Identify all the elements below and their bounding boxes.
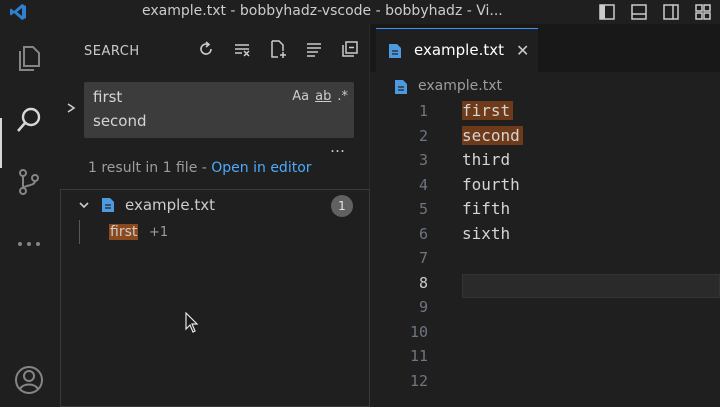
- active-indicator: [0, 118, 2, 168]
- chevron-down-icon[interactable]: [77, 198, 91, 212]
- toggle-secondary-sidebar-icon[interactable]: [662, 3, 680, 21]
- breadcrumb-file[interactable]: example.txt: [418, 78, 502, 94]
- match-count-badge: 1: [331, 195, 353, 217]
- code-line[interactable]: fourth: [462, 175, 520, 194]
- search-options: Aa ab .*: [292, 89, 348, 104]
- ellipsis-icon[interactable]: [13, 228, 45, 260]
- tab-label: example.txt: [414, 41, 504, 59]
- tab-example-txt[interactable]: example.txt ✕: [376, 28, 538, 72]
- match-whole-word-toggle[interactable]: ab: [315, 89, 331, 104]
- code-line[interactable]: fifth: [462, 199, 510, 218]
- result-file-row[interactable]: example.txt 1: [61, 192, 369, 218]
- match-preview: first: [109, 224, 139, 240]
- collapse-all-icon[interactable]: [340, 39, 360, 59]
- current-line-highlight: [462, 274, 720, 298]
- line-number: 7: [418, 249, 428, 267]
- code-line[interactable]: second: [462, 125, 523, 145]
- source-control-icon[interactable]: [13, 166, 45, 198]
- indent-guide: [79, 220, 80, 244]
- line-number: 6: [418, 224, 428, 243]
- line-number: 4: [418, 175, 428, 194]
- code-line[interactable]: third: [462, 150, 510, 169]
- result-summary: 1 result in 1 file - Open in editor: [88, 160, 312, 176]
- code-line[interactable]: sixth: [462, 224, 510, 243]
- title-bar: example.txt - bobbyhadz-vscode - bobbyha…: [0, 0, 720, 24]
- line-number: 3: [418, 151, 428, 169]
- search-query-line-2[interactable]: second: [93, 112, 147, 130]
- line-number: 12: [409, 371, 428, 390]
- search-sidebar: SEARCH first second Aa ab .* … 1 result …: [58, 24, 370, 407]
- close-icon[interactable]: ✕: [516, 41, 529, 60]
- mouse-cursor-icon: [185, 312, 199, 333]
- code-line[interactable]: first: [462, 101, 514, 120]
- line-number: 8: [418, 273, 428, 292]
- activity-bar: [0, 24, 58, 407]
- sidebar-title: SEARCH: [84, 44, 140, 59]
- result-file-name: example.txt: [125, 196, 215, 214]
- account-icon[interactable]: [13, 364, 45, 396]
- view-as-tree-icon[interactable]: [304, 39, 324, 59]
- window-title: example.txt - bobbyhadz-vscode - bobbyha…: [142, 3, 503, 19]
- toggle-replace-chevron-icon[interactable]: [64, 98, 78, 118]
- customize-layout-icon[interactable]: [694, 3, 712, 21]
- breadcrumb[interactable]: example.txt: [370, 76, 720, 98]
- editor-group: example.txt ✕ example.txt 1 first 2 second 3…: [370, 24, 720, 407]
- clear-results-icon[interactable]: [232, 39, 252, 59]
- file-icon: [395, 80, 407, 94]
- match-case-toggle[interactable]: Aa: [292, 89, 309, 104]
- files-icon[interactable]: [13, 42, 45, 74]
- refresh-icon[interactable]: [196, 39, 216, 59]
- line-number: 2: [418, 126, 428, 145]
- result-count-text: 1 result in 1 file -: [88, 160, 212, 176]
- new-search-editor-icon[interactable]: [268, 39, 288, 59]
- search-results-tree: example.txt 1 first +1: [60, 189, 370, 407]
- open-in-editor-link[interactable]: Open in editor: [211, 160, 311, 176]
- search-input[interactable]: first second Aa ab .*: [84, 82, 354, 138]
- result-match-row[interactable]: first +1: [61, 220, 369, 246]
- tab-bar: example.txt ✕: [370, 24, 720, 72]
- layout-controls: [598, 3, 712, 21]
- line-number: 1: [418, 102, 428, 120]
- match-extra-count: +1: [149, 225, 169, 240]
- file-icon: [389, 44, 401, 58]
- line-number: 9: [418, 298, 428, 316]
- file-icon: [102, 198, 114, 212]
- toggle-primary-sidebar-icon[interactable]: [598, 3, 616, 21]
- line-number: 11: [409, 347, 428, 365]
- line-number: 5: [418, 200, 428, 218]
- toggle-panel-icon[interactable]: [630, 3, 648, 21]
- vscode-logo-icon[interactable]: [8, 2, 28, 22]
- toggle-search-details-button[interactable]: …: [330, 138, 346, 156]
- search-icon[interactable]: [13, 104, 45, 136]
- use-regex-toggle[interactable]: .*: [337, 89, 348, 104]
- search-actions: [196, 39, 360, 59]
- line-number: 10: [409, 322, 428, 341]
- search-query-line-1[interactable]: first: [93, 88, 122, 106]
